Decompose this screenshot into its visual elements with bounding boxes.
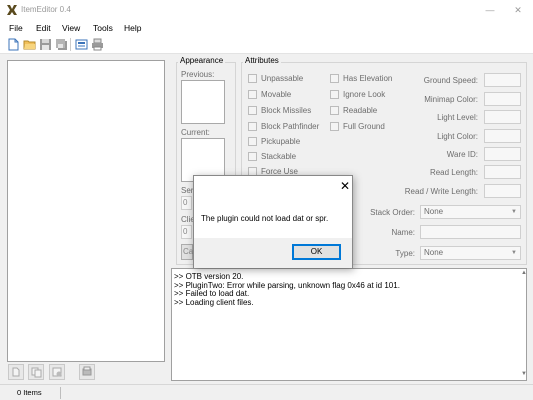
checkbox-block-missiles[interactable] [248,106,257,115]
compare-icon[interactable] [75,38,88,51]
light-level-field[interactable] [484,110,521,124]
scroll-up-icon[interactable]: ▲ [521,270,527,276]
stack-order-dropdown[interactable]: None ▼ [420,205,521,219]
light-level-label: Light Level: [437,113,478,122]
minimap-color-label: Minimap Color: [424,95,478,104]
label-stackable: Stackable [261,152,297,161]
checkbox-has-elevation[interactable] [330,74,339,83]
menu-file[interactable]: File [9,23,23,33]
label-readable: Readable [343,106,378,115]
chevron-down-icon: ▼ [511,250,517,256]
label-pickupable: Pickupable [261,137,301,146]
ground-speed-label: Ground Speed: [423,76,478,85]
find-icon [82,366,92,376]
dialog-message: The plugin could not load dat or spr. [201,214,329,223]
light-color-field[interactable] [484,129,521,143]
candidates-button[interactable]: Ca [181,244,193,260]
ok-button[interactable]: OK [292,244,341,260]
duplicate-item-button[interactable] [28,364,44,380]
minimize-button[interactable]: — [475,0,505,20]
name-field[interactable] [420,225,521,239]
print-icon[interactable] [91,38,104,51]
menu-help[interactable]: Help [124,23,141,33]
status-bar [0,384,533,400]
attributes-title: Attributes [243,56,281,65]
window-title: ItemEditor 0.4 [21,5,71,14]
menu-tools[interactable]: Tools [93,23,113,33]
server-id-label: Ser [181,186,194,195]
app-icon [7,5,17,15]
title-bar [0,0,533,20]
close-window-button[interactable]: ✕ [503,0,533,20]
new-item-icon [12,367,20,377]
reload-icon [52,367,62,377]
toolbar-separator [70,38,71,51]
read-length-label: Read Length: [429,168,478,177]
label-movable: Movable [261,90,292,99]
chevron-down-icon: ▼ [511,209,517,215]
save-as-icon[interactable] [55,38,68,51]
items-count: 0 Items [3,387,61,399]
dialog-close-button[interactable]: ✕ [339,180,351,192]
label-block-pathfinder: Block Pathfinder [261,122,320,131]
appearance-title: Appearance [178,56,226,65]
minimap-color-field[interactable] [484,92,521,106]
open-folder-icon[interactable] [23,38,36,51]
type-dropdown[interactable]: None ▼ [420,246,521,260]
current-label: Current: [181,128,210,137]
checkbox-ignore-look[interactable] [330,90,339,99]
type-value: None [424,248,444,257]
previous-sprite [181,80,225,124]
menu-edit[interactable]: Edit [36,23,51,33]
server-id-field[interactable]: 0 [181,196,192,210]
stack-order-value: None [424,207,444,216]
checkbox-readable[interactable] [330,106,339,115]
log-line: >> Loading client files. [174,297,254,307]
find-item-button[interactable] [79,364,95,380]
light-color-label: Light Color: [437,132,478,141]
label-unpassable: Unpassable [261,74,304,83]
reload-item-button[interactable] [49,364,65,380]
checkbox-movable[interactable] [248,90,257,99]
previous-label: Previous: [181,70,215,79]
duplicate-icon [31,367,42,378]
checkbox-unpassable[interactable] [248,74,257,83]
ware-id-label: Ware ID: [446,150,478,159]
error-dialog: ✕ The plugin could not load dat or spr. … [193,175,353,268]
label-full-ground: Full Ground [343,122,385,131]
log-output[interactable]: >> OTB version 20. >> PluginTwo: Error w… [171,268,527,381]
label-block-missiles: Block Missiles [261,106,312,115]
checkbox-pickupable[interactable] [248,137,257,146]
new-file-icon[interactable] [7,38,20,51]
save-icon[interactable] [39,38,52,51]
read-write-length-field[interactable] [484,184,521,198]
checkbox-full-ground[interactable] [330,122,339,131]
ground-speed-field[interactable] [484,73,521,87]
checkbox-stackable[interactable] [248,152,257,161]
ware-id-field[interactable] [484,147,521,161]
checkbox-block-pathfinder[interactable] [248,122,257,131]
scroll-down-icon[interactable]: ▼ [521,371,527,377]
menu-view[interactable]: View [62,23,80,33]
item-list[interactable] [7,60,165,362]
read-write-length-label: Read / Write Length: [404,187,478,196]
read-length-field[interactable] [484,165,521,179]
new-item-button[interactable] [8,364,24,380]
client-id-field[interactable]: 0 [181,225,192,239]
